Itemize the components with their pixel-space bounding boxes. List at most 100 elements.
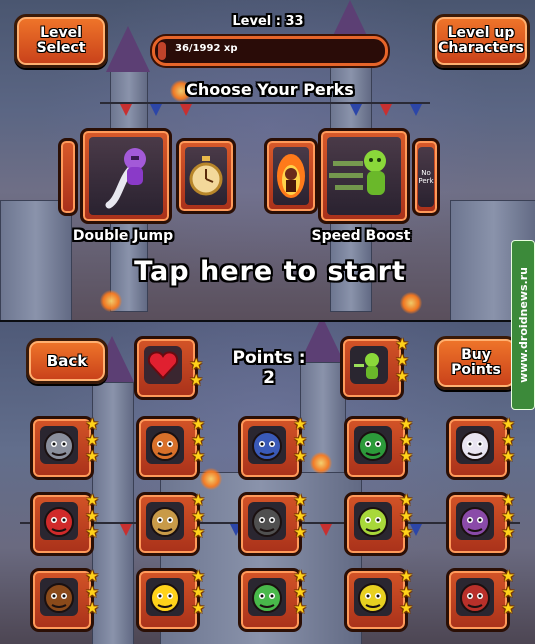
star-rating: ★ ★ ★ <box>86 493 99 540</box>
wizard-hat-icon <box>248 426 286 464</box>
star-icon: ★ <box>85 491 99 509</box>
green-runner-speed-icon <box>350 346 388 384</box>
star-icon: ★ <box>501 507 515 525</box>
pennant <box>120 104 132 116</box>
character-tile-yeti[interactable]: ★ ★ ★ <box>136 492 205 556</box>
yellow-chick-icon <box>146 578 184 616</box>
character-tile-monkey[interactable]: ★ ★ ★ <box>30 568 99 632</box>
character-tile-bull[interactable]: ★ ★ ★ <box>446 568 515 632</box>
star-icon: ★ <box>399 599 413 617</box>
castle-roof <box>106 26 150 72</box>
star-icon: ★ <box>191 567 205 585</box>
ninja-mask-icon <box>248 502 286 540</box>
character-tile-ninja[interactable]: ★ ★ ★ <box>238 492 307 556</box>
star-rating: ★ ★ ★ <box>86 417 99 464</box>
star-icon: ★ <box>399 431 413 449</box>
star-icon: ★ <box>501 567 515 585</box>
back-button[interactable]: Back <box>26 338 108 384</box>
star-icon: ★ <box>191 523 205 541</box>
character-tile-bug[interactable]: ★ ★ ★ <box>344 568 413 632</box>
level-up-characters-button[interactable]: Level up Characters <box>432 14 530 68</box>
pennant <box>410 104 422 116</box>
star-icon: ★ <box>85 583 99 601</box>
green-eyeball-icon <box>354 502 392 540</box>
heart-icon <box>144 346 182 384</box>
perk-card-speed-boost[interactable] <box>318 128 410 224</box>
castle-wall <box>0 200 72 320</box>
stopwatch-icon <box>185 147 227 205</box>
star-rating: ★ ★ ★ <box>400 493 413 540</box>
character-tile-dragon[interactable]: ★ ★ ★ <box>30 492 99 556</box>
star-icon: ★ <box>85 415 99 433</box>
star-icon: ★ <box>501 431 515 449</box>
star-icon: ★ <box>293 431 307 449</box>
tan-beast-icon <box>146 502 184 540</box>
character-tile-wizard[interactable]: ★ ★ ★ <box>238 416 307 480</box>
star-icon: ★ <box>399 567 413 585</box>
star-rating: ★ ★ ★ <box>502 417 515 464</box>
star-rating: ★ ★ ★ <box>86 569 99 616</box>
pennant <box>320 524 332 536</box>
no-perk-icon: No Perk <box>418 147 434 207</box>
star-icon: ★ <box>191 415 205 433</box>
star-icon: ★ <box>293 491 307 509</box>
extra-life-perk-tile[interactable]: ★ ★ <box>134 336 203 400</box>
speed-boost-perk-tile[interactable]: ★ ★ ★ <box>340 336 409 400</box>
character-tile-frog[interactable]: ★ ★ ★ <box>238 568 307 632</box>
star-icon: ★ <box>85 507 99 525</box>
star-icon: ★ <box>293 583 307 601</box>
star-icon: ★ <box>189 355 203 373</box>
knight-helmet-icon <box>40 426 78 464</box>
perk-card-stopwatch[interactable] <box>176 138 236 214</box>
pennant <box>380 104 392 116</box>
watermark-text: www.droidnews.ru <box>516 267 530 383</box>
tap-to-start-button[interactable]: Tap here to start <box>110 256 430 287</box>
torch-fire <box>310 452 332 474</box>
perk-card-double-jump[interactable] <box>80 128 172 224</box>
star-icon: ★ <box>191 507 205 525</box>
xp-progress-bar: 36/1992 xp <box>152 36 388 66</box>
perk-card-fire[interactable] <box>264 138 318 214</box>
character-tile-chick[interactable]: ★ ★ ★ <box>136 568 205 632</box>
star-rating: ★ ★ ★ <box>294 417 307 464</box>
character-tile-knight[interactable]: ★ ★ ★ <box>30 416 99 480</box>
star-rating: ★ ★ <box>190 357 203 388</box>
level-select-button[interactable]: Level Select <box>14 14 108 68</box>
watermark: www.droidnews.ru <box>511 240 535 410</box>
unicorn-icon <box>456 426 494 464</box>
perk-card-edge-left[interactable] <box>58 138 78 216</box>
character-tile-ogre[interactable]: ★ ★ ★ <box>446 492 515 556</box>
star-icon: ★ <box>191 491 205 509</box>
character-tile-ninja-green[interactable]: ★ ★ ★ <box>344 416 413 480</box>
star-icon: ★ <box>191 599 205 617</box>
star-icon: ★ <box>501 491 515 509</box>
perk-card-no-perk[interactable]: No Perk <box>412 138 440 216</box>
rainbow-bug-icon <box>354 578 392 616</box>
star-icon: ★ <box>85 599 99 617</box>
star-icon: ★ <box>85 447 99 465</box>
star-icon: ★ <box>293 523 307 541</box>
star-icon: ★ <box>191 583 205 601</box>
pennant <box>350 104 362 116</box>
points-label: Points : <box>232 348 306 368</box>
star-icon: ★ <box>85 431 99 449</box>
star-icon: ★ <box>501 599 515 617</box>
green-frog-icon <box>248 578 286 616</box>
character-tile-viking[interactable]: ★ ★ ★ <box>136 416 205 480</box>
torch-fire <box>100 290 122 312</box>
character-tile-unicorn[interactable]: ★ ★ ★ <box>446 416 515 480</box>
character-tile-cyclops[interactable]: ★ ★ ★ <box>344 492 413 556</box>
xp-progress-fill <box>158 42 166 60</box>
star-icon: ★ <box>399 523 413 541</box>
no-perk-text: No Perk <box>418 169 434 185</box>
star-rating: ★ ★ ★ <box>192 493 205 540</box>
red-bull-icon <box>456 578 494 616</box>
star-icon: ★ <box>85 567 99 585</box>
star-icon: ★ <box>501 447 515 465</box>
viking-helmet-icon <box>146 426 184 464</box>
star-rating: ★ ★ ★ <box>192 569 205 616</box>
star-rating: ★ ★ ★ <box>192 417 205 464</box>
star-icon: ★ <box>399 491 413 509</box>
buy-points-button[interactable]: Buy Points <box>434 336 518 390</box>
star-rating: ★ ★ ★ <box>502 569 515 616</box>
